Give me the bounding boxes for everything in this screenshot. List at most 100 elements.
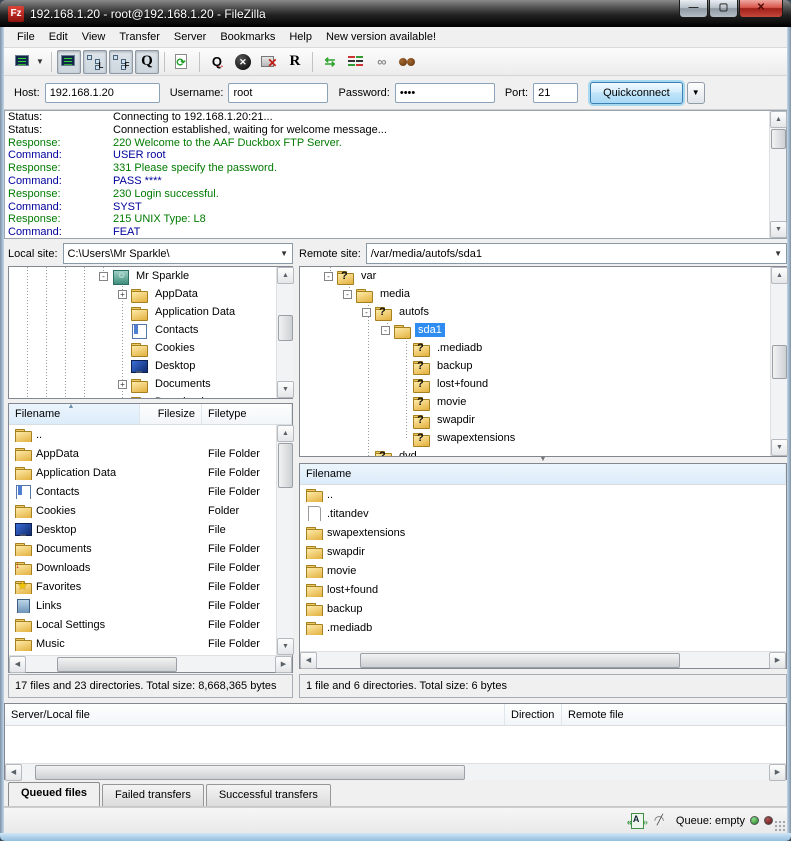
tree-item-appdata[interactable]: +AppData: [9, 285, 292, 303]
collapse-toggle[interactable]: -: [343, 290, 352, 299]
remote-tree-vertical-scrollbar[interactable]: ▲ ▼: [770, 267, 787, 456]
file-row-movie[interactable]: movie: [300, 561, 786, 580]
menu-item-view[interactable]: View: [75, 29, 113, 45]
file-row-application-data[interactable]: Application DataFile Folder: [9, 463, 292, 482]
file-row-favorites[interactable]: ★FavoritesFile Folder: [9, 577, 292, 596]
password-input[interactable]: [395, 83, 495, 103]
menu-item-new-version-available[interactable]: New version available!: [319, 29, 443, 45]
file-row-links[interactable]: LinksFile Folder: [9, 596, 292, 615]
port-input[interactable]: [533, 83, 578, 103]
tree-item-lost-found[interactable]: ?lost+found: [300, 375, 786, 393]
toggle-local-tree-icon[interactable]: L: [83, 50, 107, 74]
file-row-desktop[interactable]: DesktopFile: [9, 520, 292, 539]
local-list-hscroll-thumb[interactable]: [57, 657, 177, 672]
scroll-left-arrow[interactable]: ◀: [9, 656, 26, 673]
file-row-titandev[interactable]: .titandev: [300, 504, 786, 523]
tree-item-mr-sparkle[interactable]: -☺Mr Sparkle: [9, 267, 292, 285]
expand-toggle[interactable]: +: [118, 290, 127, 299]
menu-item-server[interactable]: Server: [167, 29, 213, 45]
tree-item-application-data[interactable]: Application Data: [9, 303, 292, 321]
scroll-down-arrow[interactable]: ▼: [770, 221, 787, 238]
file-row-item[interactable]: ..: [300, 485, 786, 504]
message-log[interactable]: Status:Connecting to 192.168.1.20:21...S…: [4, 110, 787, 239]
file-row-swapextensions[interactable]: swapextensions: [300, 523, 786, 542]
cancel-icon[interactable]: ✕: [231, 50, 255, 74]
tree-item-downloads[interactable]: +↓Downloads: [9, 393, 292, 399]
tab-queued-files[interactable]: Queued files: [8, 782, 100, 806]
disconnect-icon[interactable]: ✕: [257, 50, 281, 74]
local-tree-vertical-scrollbar[interactable]: ▲ ▼: [276, 267, 293, 398]
local-tree-scroll-thumb[interactable]: [278, 315, 293, 341]
remote-tree-scroll-thumb[interactable]: [772, 345, 787, 379]
file-row-cookies[interactable]: CookiesFolder: [9, 501, 292, 520]
menu-item-transfer[interactable]: Transfer: [112, 29, 167, 45]
tree-item-contacts[interactable]: Contacts: [9, 321, 292, 339]
tree-item-documents[interactable]: +Documents: [9, 375, 292, 393]
remote-list-horizontal-scrollbar[interactable]: ◀ ▶: [300, 651, 786, 668]
menu-item-file[interactable]: File: [10, 29, 42, 45]
collapse-toggle[interactable]: -: [324, 272, 333, 281]
tree-item-swapdir[interactable]: ?swapdir: [300, 411, 786, 429]
speed-limits-icon[interactable]: [652, 813, 670, 829]
local-directory-tree[interactable]: -☺Mr Sparkle+AppDataApplication DataCont…: [8, 266, 293, 399]
file-row-music[interactable]: MusicFile Folder: [9, 634, 292, 653]
file-row-swapdir[interactable]: swapdir: [300, 542, 786, 561]
queue-hscroll-thumb[interactable]: [35, 765, 465, 780]
toggle-message-log-icon[interactable]: [57, 50, 81, 74]
scroll-right-arrow[interactable]: ▶: [769, 652, 786, 669]
scroll-left-arrow[interactable]: ◀: [300, 652, 317, 669]
log-scroll-thumb[interactable]: [771, 129, 786, 149]
title-bar[interactable]: Fz 192.168.1.20 - root@192.168.1.20 - Fi…: [0, 0, 791, 27]
tree-item-swapextensions[interactable]: ?swapextensions: [300, 429, 786, 447]
scroll-left-arrow[interactable]: ◀: [5, 764, 22, 781]
quickconnect-button[interactable]: Quickconnect: [590, 82, 683, 104]
scroll-up-arrow[interactable]: ▲: [277, 425, 294, 442]
scroll-down-arrow[interactable]: ▼: [277, 381, 294, 398]
host-input[interactable]: [45, 83, 160, 103]
refresh-icon[interactable]: ⟳: [170, 50, 194, 74]
file-row-local-settings[interactable]: Local SettingsFile Folder: [9, 615, 292, 634]
menu-item-help[interactable]: Help: [282, 29, 319, 45]
column-header-filetype[interactable]: Filetype: [202, 404, 292, 424]
scroll-down-arrow[interactable]: ▼: [277, 638, 294, 655]
remote-site-combobox[interactable]: /var/media/autofs/sda1 ▼: [366, 243, 787, 264]
file-row-documents[interactable]: DocumentsFile Folder: [9, 539, 292, 558]
scroll-down-arrow[interactable]: ▼: [771, 439, 788, 456]
file-row-mediadb[interactable]: .mediadb: [300, 618, 786, 637]
directory-comparison-icon[interactable]: ⇆: [318, 50, 342, 74]
process-queue-icon[interactable]: Q→: [205, 50, 229, 74]
transfer-type-icon[interactable]: «»: [628, 813, 646, 829]
expand-toggle[interactable]: +: [118, 380, 127, 389]
maximize-button[interactable]: ▢: [709, 0, 738, 18]
collapse-toggle[interactable]: -: [99, 272, 108, 281]
collapse-toggle[interactable]: -: [381, 326, 390, 335]
site-manager-icon[interactable]: [10, 50, 34, 74]
queue-column-server-local-file[interactable]: Server/Local file: [5, 704, 505, 725]
scroll-up-arrow[interactable]: ▲: [770, 111, 787, 128]
remote-list-hscroll-thumb[interactable]: [360, 653, 680, 668]
scroll-right-arrow[interactable]: ▶: [769, 764, 786, 781]
synchronized-browsing-icon[interactable]: ∞: [370, 50, 394, 74]
queue-column-direction[interactable]: Direction: [505, 704, 562, 725]
local-list-horizontal-scrollbar[interactable]: ◀ ▶: [9, 655, 292, 672]
tree-item-desktop[interactable]: Desktop: [9, 357, 292, 375]
scroll-up-arrow[interactable]: ▲: [771, 267, 788, 284]
tree-item-autofs[interactable]: -?autofs: [300, 303, 786, 321]
chevron-down-icon[interactable]: ▼: [280, 249, 288, 258]
toggle-queue-icon[interactable]: Q: [135, 50, 159, 74]
chevron-down-icon[interactable]: ▼: [774, 249, 782, 258]
tree-item-mediadb[interactable]: ?.mediadb: [300, 339, 786, 357]
file-row-item[interactable]: ..: [9, 425, 292, 444]
scroll-up-arrow[interactable]: ▲: [277, 267, 294, 284]
minimize-button[interactable]: —: [679, 0, 708, 18]
file-row-lost-found[interactable]: lost+found: [300, 580, 786, 599]
log-vertical-scrollbar[interactable]: ▲ ▼: [769, 111, 786, 238]
find-files-icon[interactable]: [396, 50, 420, 74]
local-file-list[interactable]: ▲FilenameFilesizeFiletype ..AppDataFile …: [8, 403, 293, 673]
tree-item-media[interactable]: -media: [300, 285, 786, 303]
file-row-contacts[interactable]: ContactsFile Folder: [9, 482, 292, 501]
local-list-vertical-scrollbar[interactable]: ▲ ▼: [276, 425, 293, 655]
tree-item-cookies[interactable]: Cookies: [9, 339, 292, 357]
tab-successful-transfers[interactable]: Successful transfers: [206, 784, 331, 806]
toggle-remote-tree-icon[interactable]: F: [109, 50, 133, 74]
